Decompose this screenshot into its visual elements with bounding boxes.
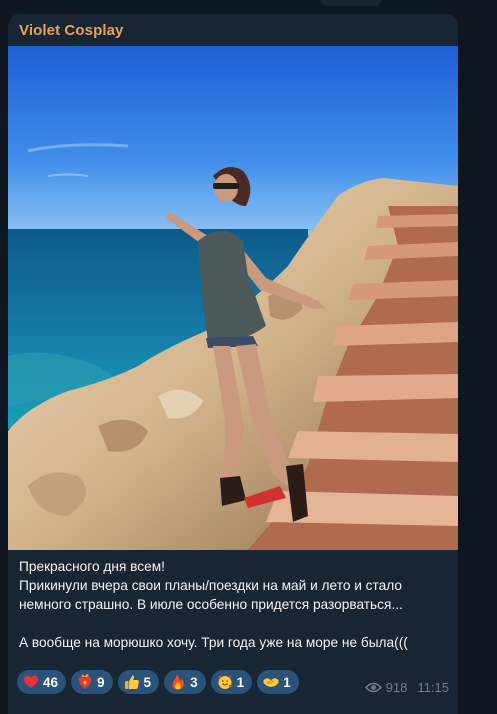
post-text-line-5: А вообще на морюшко хочу. Три года уже н… bbox=[19, 635, 408, 650]
reaction-count: 9 bbox=[97, 674, 105, 690]
previous-message-edge bbox=[320, 0, 382, 6]
message-time: 11:15 bbox=[417, 680, 449, 695]
reaction-count: 1 bbox=[236, 674, 245, 690]
view-count: 918 bbox=[385, 680, 408, 695]
red-heart-icon bbox=[24, 675, 38, 688]
reaction-fire[interactable]: 3 bbox=[164, 670, 206, 694]
post-text: Прекрасного дня всем! Прикинули вчера св… bbox=[19, 557, 451, 652]
post-text-line-2: Прикинули вчера свои планы/поездки на ма… bbox=[19, 578, 403, 593]
post-text-line-1: Прекрасного дня всем! bbox=[19, 559, 165, 574]
eye-icon bbox=[364, 682, 382, 693]
reaction-count: 1 bbox=[283, 674, 291, 690]
reaction-red-heart[interactable]: 46 bbox=[17, 670, 67, 694]
reaction-count: 46 bbox=[43, 674, 59, 690]
handshake-icon bbox=[263, 678, 279, 687]
reaction-smiling-face-with-hearts[interactable]: 1 bbox=[210, 670, 253, 694]
thumbs-up-icon bbox=[124, 675, 139, 689]
post-photo[interactable] bbox=[8, 46, 458, 550]
reaction-heart-on-fire[interactable]: 9 bbox=[71, 670, 113, 694]
smiling-face-with-hearts-icon bbox=[217, 675, 232, 689]
heart-on-fire-icon bbox=[78, 674, 92, 689]
channel-name[interactable]: Violet Cosplay bbox=[19, 22, 124, 39]
fire-icon bbox=[172, 675, 184, 690]
reactions-bar: 46 9 5 3 1 1 bbox=[17, 670, 299, 694]
reaction-handshake[interactable]: 1 bbox=[257, 670, 299, 694]
reaction-count: 5 bbox=[143, 674, 152, 690]
post-text-line-3: немного страшно. В июле особенно придетс… bbox=[19, 597, 403, 612]
reaction-thumbs-up[interactable]: 5 bbox=[117, 670, 160, 694]
reaction-count: 3 bbox=[190, 674, 198, 690]
message-meta: 918 11:15 bbox=[364, 680, 449, 695]
